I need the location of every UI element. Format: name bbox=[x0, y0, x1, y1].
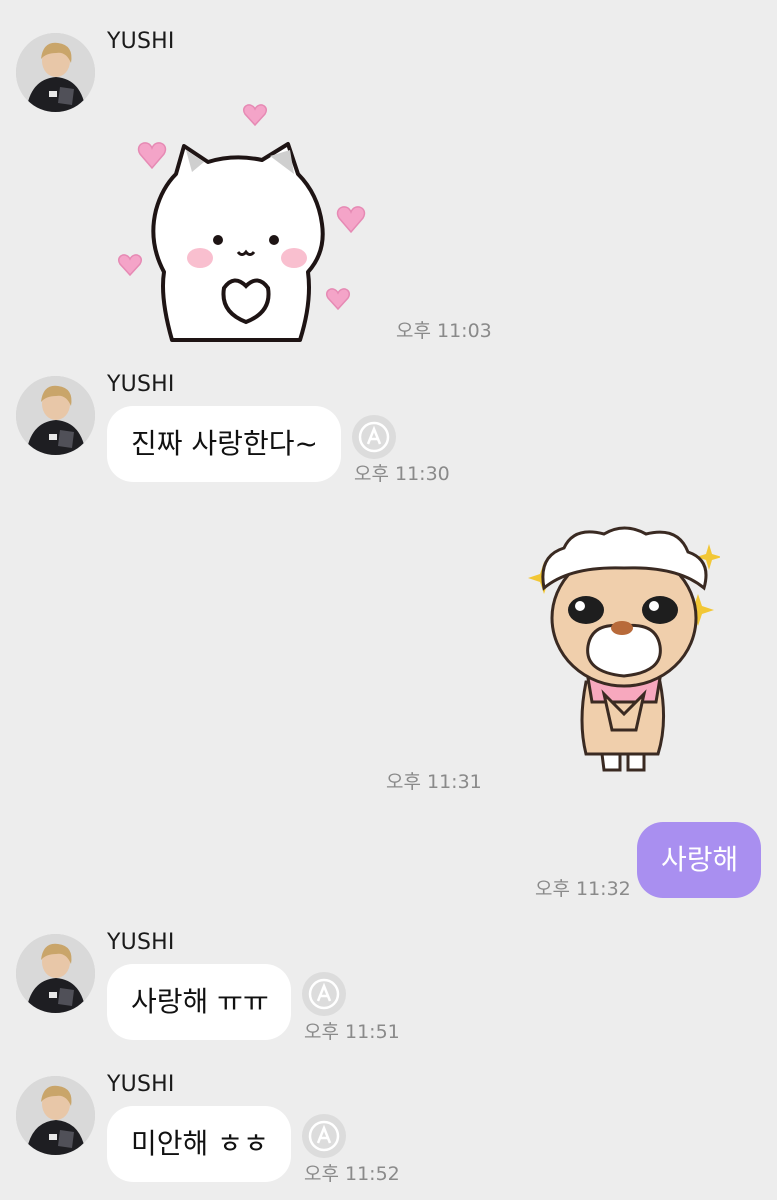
sender-name: YUSHI bbox=[107, 29, 175, 54]
sender-name: YUSHI bbox=[107, 1072, 175, 1097]
timestamp: 오후 11:32 bbox=[535, 878, 631, 900]
avatar[interactable] bbox=[16, 376, 95, 455]
translate-a-icon[interactable] bbox=[352, 415, 396, 459]
sheep-begging-sticker[interactable] bbox=[528, 522, 722, 780]
timestamp: 오후 11:52 bbox=[304, 1163, 400, 1185]
avatar[interactable] bbox=[16, 1076, 95, 1155]
translate-a-icon[interactable] bbox=[302, 1114, 346, 1158]
avatar[interactable] bbox=[16, 33, 95, 112]
message-bubble[interactable]: 사랑해 ㅠㅠ bbox=[107, 964, 291, 1040]
white-cat-hearts-sticker[interactable] bbox=[112, 102, 382, 342]
message-bubble[interactable]: 진짜 사랑한다~ bbox=[107, 406, 341, 482]
message-bubble[interactable]: 미안해 ㅎㅎ bbox=[107, 1106, 291, 1182]
avatar[interactable] bbox=[16, 934, 95, 1013]
translate-a-icon[interactable] bbox=[302, 972, 346, 1016]
timestamp: 오후 11:30 bbox=[354, 463, 450, 485]
sender-name: YUSHI bbox=[107, 930, 175, 955]
timestamp: 오후 11:31 bbox=[386, 771, 482, 793]
timestamp: 오후 11:51 bbox=[304, 1021, 400, 1043]
message-bubble[interactable]: 사랑해 bbox=[637, 822, 761, 898]
timestamp: 오후 11:03 bbox=[396, 320, 492, 342]
sender-name: YUSHI bbox=[107, 372, 175, 397]
